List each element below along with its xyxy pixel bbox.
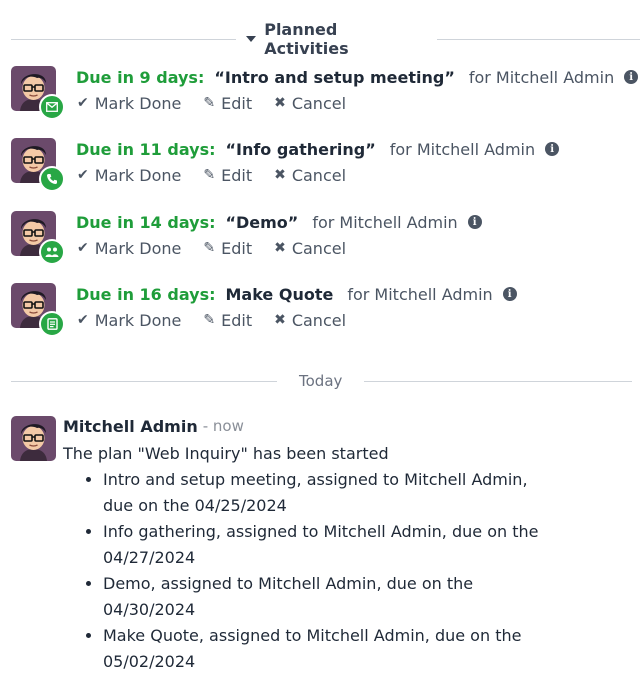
due-date-label: Due in 9 days: [76, 67, 205, 87]
mark-done-label: Mark Done [94, 310, 182, 330]
caret-down-icon [246, 36, 257, 42]
edit-label: Edit [221, 238, 253, 258]
activity-assignee: for Mitchell Admin [347, 284, 493, 304]
date-separator: Today [0, 369, 640, 393]
avatar[interactable] [11, 416, 56, 461]
activity-item: Due in 11 days: “Info gathering” for Mit… [11, 138, 631, 198]
activity-assignee: for Mitchell Admin [468, 67, 615, 87]
mark-done-button[interactable]: ✔ Mark Done [77, 239, 181, 258]
info-icon[interactable]: i [624, 70, 639, 84]
activity-assignee: for Mitchell Admin [312, 212, 458, 232]
info-icon[interactable]: i [502, 287, 517, 301]
header-divider-left [11, 38, 237, 40]
info-icon[interactable]: i [467, 215, 482, 229]
planned-activities-header: Planned Activities [0, 20, 640, 58]
activity-item: Due in 14 days: “Demo” for Mitchell Admi… [11, 211, 631, 271]
check-icon: ✔ [77, 167, 89, 183]
date-separator-label: Today [299, 372, 343, 390]
mark-done-button[interactable]: ✔ Mark Done [77, 311, 181, 330]
list-item: Intro and setup meeting, assigned to Mit… [103, 467, 543, 519]
due-date-label: Due in 16 days: [76, 284, 216, 304]
activity-summary: “Intro and setup meeting” [214, 67, 455, 87]
pencil-icon: ✎ [203, 240, 216, 256]
cancel-label: Cancel [291, 310, 347, 330]
message-timestamp: - now [202, 417, 244, 435]
activity-assignee: for Mitchell Admin [389, 139, 536, 159]
activity-summary: Make Quote [225, 284, 334, 304]
cancel-button[interactable]: ✖ Cancel [274, 311, 346, 330]
due-date-label: Due in 14 days: [76, 212, 216, 232]
check-icon: ✔ [77, 240, 89, 256]
message-text: The plan "Web Inquiry" has been started [63, 444, 389, 463]
edit-button[interactable]: ✎ Edit [203, 239, 252, 258]
edit-label: Edit [221, 165, 253, 185]
cancel-button[interactable]: ✖ Cancel [274, 166, 346, 185]
activity-item: Due in 9 days: “Intro and setup meeting”… [11, 66, 639, 126]
close-icon: ✖ [274, 240, 286, 256]
edit-button[interactable]: ✎ Edit [203, 94, 252, 113]
mark-done-label: Mark Done [94, 165, 182, 185]
info-icon[interactable]: i [545, 142, 560, 156]
separator-line-left [11, 380, 277, 382]
activity-summary: “Info gathering” [225, 139, 376, 159]
check-icon: ✔ [77, 95, 89, 111]
cancel-label: Cancel [291, 93, 347, 113]
activity-summary: “Demo” [225, 212, 299, 232]
due-date-label: Due in 11 days: [76, 139, 216, 159]
check-icon: ✔ [77, 312, 89, 328]
header-divider-right [436, 38, 640, 40]
pencil-icon: ✎ [203, 167, 216, 183]
cancel-label: Cancel [291, 238, 347, 258]
phone-icon [39, 166, 65, 192]
close-icon: ✖ [274, 95, 286, 111]
close-icon: ✖ [274, 312, 286, 328]
message-body: The plan "Web Inquiry" has been started … [63, 441, 583, 675]
cancel-button[interactable]: ✖ Cancel [274, 94, 346, 113]
list-item: Demo, assigned to Mitchell Admin, due on… [103, 571, 543, 623]
activity-item: Due in 16 days: Make Quote for Mitchell … [11, 283, 631, 343]
mark-done-button[interactable]: ✔ Mark Done [77, 166, 181, 185]
edit-button[interactable]: ✎ Edit [203, 166, 252, 185]
mark-done-button[interactable]: ✔ Mark Done [77, 94, 181, 113]
planned-activities-toggle[interactable]: Planned Activities [236, 20, 436, 58]
edit-button[interactable]: ✎ Edit [203, 311, 252, 330]
cancel-button[interactable]: ✖ Cancel [274, 239, 346, 258]
pencil-icon: ✎ [203, 312, 216, 328]
edit-label: Edit [221, 93, 253, 113]
document-icon [39, 311, 65, 337]
message-list: Intro and setup meeting, assigned to Mit… [63, 467, 583, 675]
cancel-label: Cancel [291, 165, 347, 185]
close-icon: ✖ [274, 167, 286, 183]
separator-line-right [364, 380, 633, 382]
envelope-icon [39, 94, 65, 120]
meeting-icon [39, 239, 65, 265]
edit-label: Edit [221, 310, 253, 330]
pencil-icon: ✎ [203, 95, 216, 111]
message-author[interactable]: Mitchell Admin [63, 417, 198, 436]
planned-activities-title: Planned Activities [264, 20, 349, 58]
mark-done-label: Mark Done [94, 93, 182, 113]
mark-done-label: Mark Done [94, 238, 182, 258]
list-item: Info gathering, assigned to Mitchell Adm… [103, 519, 543, 571]
list-item: Make Quote, assigned to Mitchell Admin, … [103, 623, 543, 675]
